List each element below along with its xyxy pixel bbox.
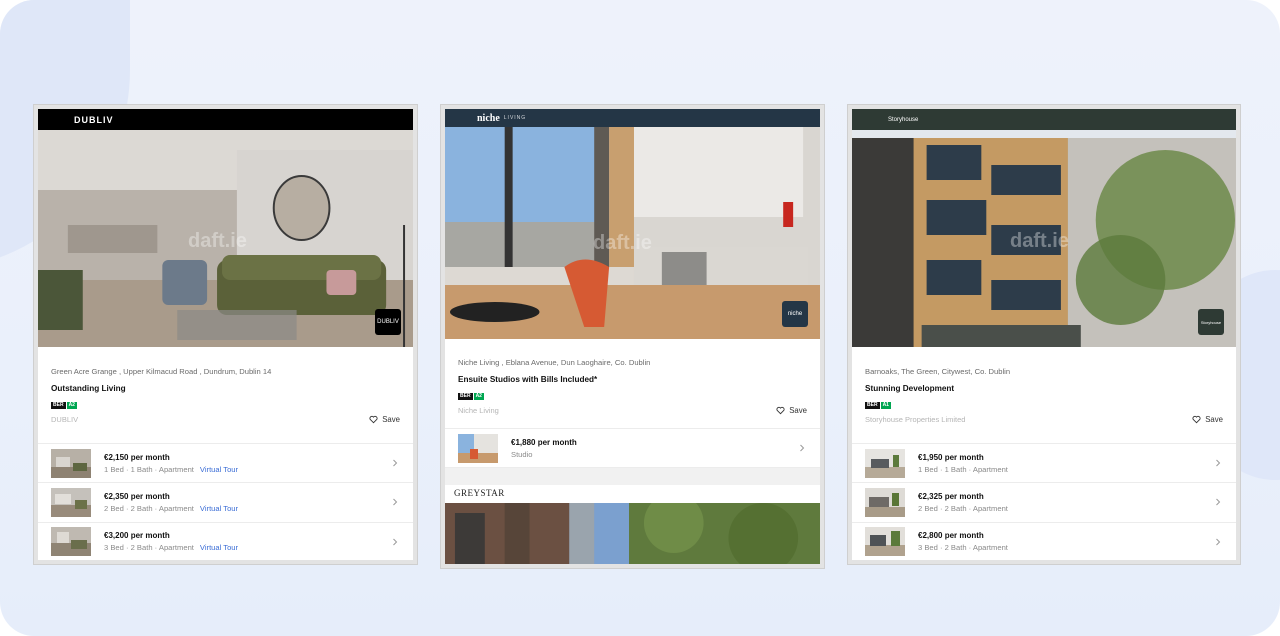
listing-photo[interactable]: daft.ie DUBLIV xyxy=(38,130,413,347)
brand-logo: niche xyxy=(477,112,500,124)
next-listing-brand-bar: GREYSTAR xyxy=(445,485,820,503)
save-button[interactable]: Save xyxy=(369,415,400,424)
agent-name: Storyhouse Properties Limited xyxy=(865,415,966,424)
chevron-right-icon xyxy=(393,499,398,506)
unit-list: €1,880 per month Studio xyxy=(445,428,820,469)
next-listing-photo[interactable] xyxy=(445,503,820,564)
listing-info: Barnoaks, The Green, Citywest, Co. Dubli… xyxy=(852,367,1236,424)
heart-icon xyxy=(776,406,785,415)
save-label: Save xyxy=(1205,415,1223,424)
watermark: daft.ie xyxy=(593,232,652,254)
ber-rating: A2 xyxy=(473,393,484,400)
watermark: daft.ie xyxy=(188,230,247,252)
listing-card-frame: DUBLIV daft.ie DUBLIV Green Acre Grange … xyxy=(33,104,418,565)
agent-name: DUBLIV xyxy=(51,415,79,424)
brand-badge: Storyhouse xyxy=(1198,309,1224,335)
unit-price: €2,325 per month xyxy=(918,491,984,501)
listing-card-dubliv[interactable]: DUBLIV daft.ie DUBLIV Green Acre Grange … xyxy=(38,109,413,560)
unit-price: €2,800 per month xyxy=(918,531,984,541)
ber-rating-badge: BER A1 xyxy=(865,402,891,409)
save-button[interactable]: Save xyxy=(776,406,807,415)
listing-title: Outstanding Living xyxy=(51,384,126,393)
listing-title: Ensuite Studios with Bills Included* xyxy=(458,375,598,384)
unit-details: 3 Bed · 2 Bath · Apartment xyxy=(918,543,1008,553)
chevron-right-icon xyxy=(1216,459,1221,467)
unit-row[interactable]: €2,800 per month 3 Bed · 2 Bath · Apartm… xyxy=(852,523,1236,560)
heart-icon xyxy=(1192,415,1201,424)
listing-info: Green Acre Grange , Upper Kilmacud Road … xyxy=(38,367,413,424)
brand-bar: DUBLIV xyxy=(38,109,413,130)
brand-badge: niche xyxy=(782,301,808,327)
unit-price: €3,200 per month xyxy=(104,531,170,541)
watermark: daft.ie xyxy=(1010,230,1069,252)
ber-rating-badge: BER A2 xyxy=(458,393,484,400)
chevron-right-icon xyxy=(393,538,398,546)
unit-price: €1,950 per month xyxy=(918,452,984,462)
chevron-right-icon xyxy=(1216,538,1221,546)
brand-bar: Storyhouse xyxy=(852,109,1236,130)
listing-card-frame: Storyhouse daft.ie Storyhouse Barnoaks, … xyxy=(847,104,1241,565)
save-label: Save xyxy=(382,415,400,424)
unit-row[interactable]: €2,325 per month 2 Bed · 2 Bath · Apartm… xyxy=(852,483,1236,523)
unit-details: 3 Bed · 2 Bath · Apartment xyxy=(104,543,194,553)
unit-details: 1 Bed · 1 Bath · Apartment xyxy=(918,464,1008,474)
unit-details: Studio xyxy=(511,449,533,459)
unit-thumbnail xyxy=(51,527,91,557)
unit-details: 2 Bed · 2 Bath · Apartment xyxy=(104,503,194,513)
listing-card-frame: niche LIVING daft.ie niche Niche Living … xyxy=(440,104,825,569)
brand-logo: Storyhouse xyxy=(888,116,919,123)
ber-label: BER xyxy=(458,393,473,400)
virtual-tour-link[interactable]: Virtual Tour xyxy=(200,543,238,552)
unit-details: 1 Bed · 1 Bath · Apartment xyxy=(104,464,194,474)
listing-card-niche[interactable]: niche LIVING daft.ie niche Niche Living … xyxy=(445,109,820,564)
unit-details: 2 Bed · 2 Bath · Apartment xyxy=(918,503,1008,513)
unit-price: €2,350 per month xyxy=(104,491,170,501)
listing-address: Niche Living , Eblana Avenue, Dun Laogha… xyxy=(458,358,651,367)
listing-photo[interactable]: daft.ie Storyhouse xyxy=(852,130,1236,347)
listing-title: Stunning Development xyxy=(865,384,955,393)
unit-thumbnail xyxy=(865,448,905,478)
chevron-right-icon xyxy=(800,444,805,452)
listing-photo[interactable]: daft.ie niche xyxy=(445,127,820,339)
agent-name: Niche Living xyxy=(458,406,499,415)
chevron-right-icon xyxy=(1216,499,1221,506)
next-listing-brand: GREYSTAR xyxy=(454,488,505,498)
save-label: Save xyxy=(789,406,807,415)
ber-rating: A2 xyxy=(66,402,77,409)
brand-badge: DUBLIV xyxy=(375,309,401,335)
unit-list: €2,150 per month 1 Bed · 1 Bath · Apartm… xyxy=(38,443,413,560)
unit-row[interactable]: €2,150 per month 1 Bed · 1 Bath · Apartm… xyxy=(38,444,413,484)
ber-label: BER xyxy=(865,402,880,409)
unit-row[interactable]: €2,350 per month 2 Bed · 2 Bath · Apartm… xyxy=(38,483,413,523)
listing-address: Barnoaks, The Green, Citywest, Co. Dubli… xyxy=(865,367,1011,376)
unit-thumbnail xyxy=(865,527,905,557)
virtual-tour-link[interactable]: Virtual Tour xyxy=(200,465,238,474)
listing-info: Niche Living , Eblana Avenue, Dun Laogha… xyxy=(445,358,820,415)
heart-icon xyxy=(369,415,378,424)
chevron-right-icon xyxy=(393,459,398,467)
listing-address: Green Acre Grange , Upper Kilmacud Road … xyxy=(51,367,272,376)
unit-price: €1,880 per month xyxy=(511,437,577,447)
ber-label: BER xyxy=(51,402,66,409)
brand-bar: niche LIVING xyxy=(445,109,820,127)
unit-list: €1,950 per month 1 Bed · 1 Bath · Apartm… xyxy=(852,443,1236,560)
unit-row[interactable]: €1,950 per month 1 Bed · 1 Bath · Apartm… xyxy=(852,444,1236,484)
virtual-tour-link[interactable]: Virtual Tour xyxy=(200,504,238,513)
unit-row[interactable]: €1,880 per month Studio xyxy=(445,429,820,469)
save-button[interactable]: Save xyxy=(1192,415,1223,424)
unit-price: €2,150 per month xyxy=(104,452,170,462)
unit-row[interactable]: €3,200 per month 3 Bed · 2 Bath · Apartm… xyxy=(38,523,413,560)
card-separator xyxy=(445,468,820,485)
unit-thumbnail xyxy=(458,433,498,463)
listing-card-storyhouse[interactable]: Storyhouse daft.ie Storyhouse Barnoaks, … xyxy=(852,109,1236,560)
ber-rating: A1 xyxy=(880,402,891,409)
ber-rating-badge: BER A2 xyxy=(51,402,77,409)
unit-thumbnail xyxy=(865,487,905,517)
brand-logo: DUBLIV xyxy=(74,114,114,125)
brand-logo-sub: LIVING xyxy=(503,115,527,121)
page-background: DUBLIV daft.ie DUBLIV Green Acre Grange … xyxy=(0,0,1280,636)
unit-thumbnail xyxy=(51,487,91,517)
unit-thumbnail xyxy=(51,448,91,478)
